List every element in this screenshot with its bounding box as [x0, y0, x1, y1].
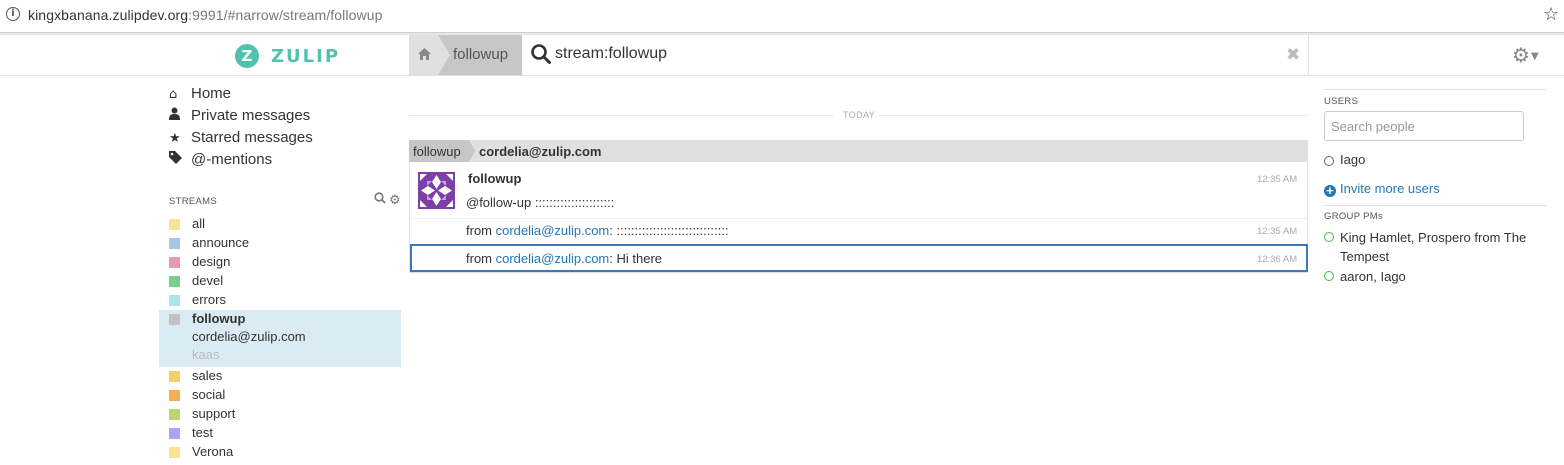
caret-down-icon: ▼ — [1530, 51, 1539, 62]
message-sender[interactable]: followup — [468, 171, 521, 186]
recipient-stream[interactable]: followup — [409, 140, 475, 162]
browser-address-bar[interactable]: i kingxbanana.zulipdev.org:9991/#narrow/… — [0, 0, 1564, 33]
close-icon[interactable]: ✖ — [1286, 45, 1300, 65]
search-query[interactable]: stream:followup — [555, 45, 667, 63]
stream-color-swatch — [169, 371, 180, 382]
plus-circle-icon: + — [1324, 184, 1336, 197]
zulip-logo-icon: Z — [235, 44, 259, 68]
stream-color-swatch — [169, 447, 180, 458]
nav-home[interactable]: ⌂ Home — [169, 85, 231, 105]
message-time[interactable]: 12:35 AM — [1257, 174, 1297, 185]
message-content: from cordelia@zulip.com: Hi there — [466, 251, 663, 266]
date-divider-label: TODAY — [843, 110, 876, 120]
stream-name: design — [192, 254, 231, 269]
bookmark-star-icon[interactable]: ☆ — [1543, 4, 1559, 25]
search-icon[interactable] — [530, 43, 552, 65]
top-navbar: Z ZULIP followup stream:followup ✖ ⚙▼ — [0, 35, 1564, 76]
stream-color-swatch — [169, 409, 180, 420]
settings-menu-button[interactable]: ⚙▼ — [1512, 43, 1539, 67]
stream-name: social — [192, 387, 226, 402]
search-people-input[interactable] — [1324, 111, 1524, 141]
sender-link[interactable]: cordelia@zulip.com — [496, 251, 610, 266]
stream-name: sales — [192, 368, 223, 383]
message-separator — [410, 218, 1307, 219]
sidebar-divider — [1324, 205, 1546, 206]
recipient-bar: followup cordelia@zulip.com — [409, 140, 1308, 162]
stream-breadcrumb-label: followup — [453, 46, 509, 63]
star-icon: ★ — [169, 131, 181, 146]
stream-name: followup — [192, 311, 246, 326]
topic-item-kaas[interactable]: kaas — [192, 347, 219, 362]
nav-home-label: Home — [191, 85, 232, 102]
address-url[interactable]: kingxbanana.zulipdev.org:9991/#narrow/st… — [28, 7, 382, 23]
group-pm-name: aaron, Iago — [1340, 269, 1406, 284]
topic-item-cordelia[interactable]: cordelia@zulip.com — [192, 329, 306, 344]
zulip-wordmark: ZULIP — [271, 45, 341, 67]
avatar[interactable] — [418, 172, 455, 209]
stream-name: errors — [192, 292, 226, 307]
recipient-chevron — [469, 140, 475, 162]
search-bar[interactable]: stream:followup ✖ — [522, 35, 1308, 75]
stream-breadcrumb[interactable]: followup — [438, 35, 522, 75]
info-icon[interactable]: i — [6, 7, 20, 21]
nav-starred-messages[interactable]: ★ Starred messages — [169, 129, 313, 149]
zulip-logo[interactable]: Z ZULIP — [235, 44, 340, 68]
recipient-stream-label: followup — [413, 144, 461, 159]
presence-dot — [1324, 232, 1334, 242]
search-streams-icon[interactable] — [374, 192, 386, 208]
group-pms-header: GROUP PMs — [1324, 211, 1384, 222]
presence-dot — [1324, 156, 1334, 166]
message-time[interactable]: 12:35 AM — [1257, 226, 1297, 237]
home-icon — [418, 48, 431, 60]
date-divider: TODAY — [409, 109, 1308, 121]
invite-more-users-link[interactable]: + Invite more users — [1324, 181, 1440, 197]
divider-line — [879, 115, 1308, 116]
users-header: USERS — [1324, 96, 1359, 107]
stream-color-swatch — [169, 276, 180, 287]
stream-name: all — [192, 216, 206, 231]
tag-icon — [169, 151, 191, 168]
stream-settings-icon[interactable]: ⚙ — [389, 193, 401, 208]
stream-name: test — [192, 425, 213, 440]
navbar-divider — [1308, 35, 1309, 75]
message-time[interactable]: 12:36 AM — [1257, 254, 1297, 265]
streams-header: STREAMS — [169, 196, 218, 207]
stream-name: devel — [192, 273, 224, 288]
message-content: from cordelia@zulip.com: :::::::::::::::… — [466, 223, 729, 238]
stream-name: support — [192, 406, 236, 421]
breadcrumb-chevron — [438, 35, 450, 75]
home-breadcrumb[interactable] — [409, 35, 439, 75]
recipient-topic[interactable]: cordelia@zulip.com — [479, 144, 601, 159]
group-pm-name: King Hamlet, Prospero from The Tempest — [1340, 230, 1527, 264]
nav-mentions-label: @-mentions — [191, 151, 273, 168]
stream-name: announce — [192, 235, 250, 250]
message-content: @follow-up :::::::::::::::::::::: — [466, 195, 615, 210]
user-icon — [169, 107, 191, 124]
stream-color-swatch — [169, 295, 180, 306]
stream-color-swatch — [169, 238, 180, 249]
nav-private-messages[interactable]: Private messages — [169, 107, 310, 127]
sidebar-divider — [1324, 89, 1546, 90]
presence-dot — [1324, 271, 1334, 281]
divider-line — [409, 115, 833, 116]
nav-mentions[interactable]: @-mentions — [169, 151, 272, 171]
user-name: Iago — [1340, 152, 1366, 167]
nav-private-messages-label: Private messages — [191, 107, 311, 124]
nav-starred-messages-label: Starred messages — [191, 129, 313, 146]
stream-color-swatch — [169, 314, 180, 325]
sender-link[interactable]: cordelia@zulip.com — [496, 223, 610, 238]
home-icon: ⌂ — [169, 87, 178, 102]
gear-icon: ⚙ — [1512, 43, 1530, 67]
stream-color-swatch — [169, 428, 180, 439]
stream-name: Verona — [192, 444, 234, 459]
streams-tools: ⚙ — [371, 192, 401, 208]
stream-color-swatch — [169, 219, 180, 230]
stream-color-swatch — [169, 257, 180, 268]
stream-color-swatch — [169, 390, 180, 401]
